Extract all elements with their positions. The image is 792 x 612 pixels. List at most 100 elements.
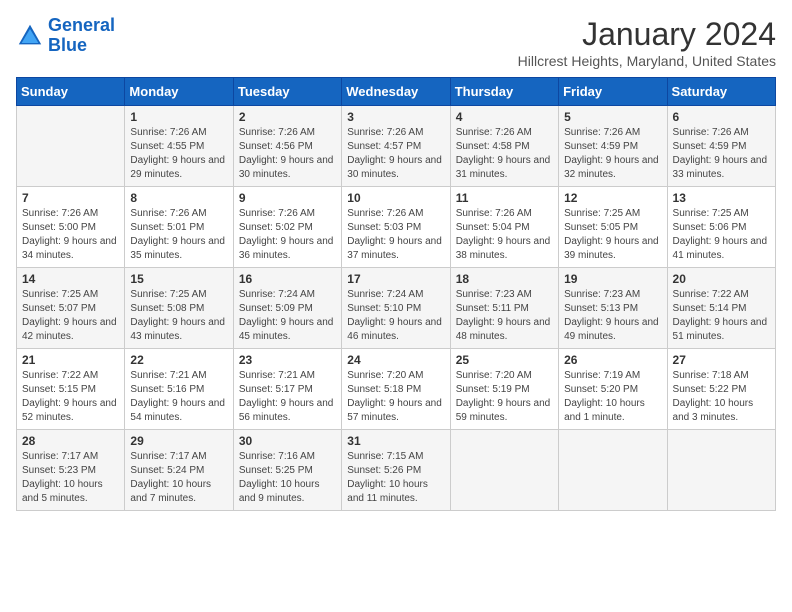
col-header-thursday: Thursday xyxy=(450,78,558,106)
day-number: 23 xyxy=(239,353,336,367)
day-cell: 2 Sunrise: 7:26 AMSunset: 4:56 PMDaylight… xyxy=(233,106,341,187)
day-number: 4 xyxy=(456,110,553,124)
day-cell: 1 Sunrise: 7:26 AMSunset: 4:55 PMDaylight… xyxy=(125,106,233,187)
day-cell: 11 Sunrise: 7:26 AMSunset: 5:04 PMDayligh… xyxy=(450,187,558,268)
day-number: 16 xyxy=(239,272,336,286)
col-header-saturday: Saturday xyxy=(667,78,775,106)
day-info: Sunrise: 7:24 AMSunset: 5:10 PMDaylight:… xyxy=(347,288,444,344)
day-info: Sunrise: 7:23 AMSunset: 5:13 PMDaylight:… xyxy=(564,288,661,344)
col-header-monday: Monday xyxy=(125,78,233,106)
day-number: 6 xyxy=(673,110,770,124)
day-number: 27 xyxy=(673,353,770,367)
day-info: Sunrise: 7:26 AMSunset: 4:58 PMDaylight:… xyxy=(456,126,553,182)
day-number: 8 xyxy=(130,191,227,205)
day-info: Sunrise: 7:23 AMSunset: 5:11 PMDaylight:… xyxy=(456,288,553,344)
day-number: 30 xyxy=(239,434,336,448)
day-info: Sunrise: 7:21 AMSunset: 5:17 PMDaylight:… xyxy=(239,369,336,425)
day-cell: 18 Sunrise: 7:23 AMSunset: 5:11 PMDayligh… xyxy=(450,268,558,349)
col-header-wednesday: Wednesday xyxy=(342,78,450,106)
day-cell: 8 Sunrise: 7:26 AMSunset: 5:01 PMDaylight… xyxy=(125,187,233,268)
day-number: 1 xyxy=(130,110,227,124)
day-cell: 3Sunrise: 7:26 AMSunset: 4:57 PMDaylight… xyxy=(342,106,450,187)
day-number: 19 xyxy=(564,272,661,286)
day-number: 25 xyxy=(456,353,553,367)
location-subtitle: Hillcrest Heights, Maryland, United Stat… xyxy=(518,53,776,69)
day-number: 15 xyxy=(130,272,227,286)
logo-text: General Blue xyxy=(48,16,115,56)
calendar-table: SundayMondayTuesdayWednesdayThursdayFrid… xyxy=(16,77,776,511)
day-info: Sunrise: 7:25 AMSunset: 5:07 PMDaylight:… xyxy=(22,288,119,344)
day-cell: 26Sunrise: 7:19 AMSunset: 5:20 PMDayligh… xyxy=(559,349,667,430)
day-cell: 16Sunrise: 7:24 AMSunset: 5:09 PMDayligh… xyxy=(233,268,341,349)
title-block: January 2024 Hillcrest Heights, Maryland… xyxy=(518,16,776,69)
day-info: Sunrise: 7:26 AMSunset: 5:00 PMDaylight:… xyxy=(22,207,119,263)
day-info: Sunrise: 7:25 AMSunset: 5:06 PMDaylight:… xyxy=(673,207,770,263)
day-cell: 17Sunrise: 7:24 AMSunset: 5:10 PMDayligh… xyxy=(342,268,450,349)
day-number: 29 xyxy=(130,434,227,448)
day-number: 14 xyxy=(22,272,119,286)
day-info: Sunrise: 7:25 AMSunset: 5:08 PMDaylight:… xyxy=(130,288,227,344)
day-info: Sunrise: 7:15 AMSunset: 5:26 PMDaylight:… xyxy=(347,450,444,506)
page-header: General Blue January 2024 Hillcrest Heig… xyxy=(16,16,776,69)
day-cell xyxy=(559,430,667,511)
day-cell: 14 Sunrise: 7:25 AMSunset: 5:07 PMDayligh… xyxy=(17,268,125,349)
day-info: Sunrise: 7:26 AMSunset: 4:59 PMDaylight:… xyxy=(564,126,661,182)
day-info: Sunrise: 7:26 AMSunset: 5:02 PMDaylight:… xyxy=(239,207,336,263)
day-info: Sunrise: 7:26 AMSunset: 4:57 PMDaylight:… xyxy=(347,126,444,182)
week-row-4: 21 Sunrise: 7:22 AMSunset: 5:15 PMDayligh… xyxy=(17,349,776,430)
day-cell: 22 Sunrise: 7:21 AMSunset: 5:16 PMDayligh… xyxy=(125,349,233,430)
day-info: Sunrise: 7:26 AMSunset: 5:03 PMDaylight:… xyxy=(347,207,444,263)
day-info: Sunrise: 7:25 AMSunset: 5:05 PMDaylight:… xyxy=(564,207,661,263)
day-cell xyxy=(17,106,125,187)
day-number: 7 xyxy=(22,191,119,205)
day-number: 9 xyxy=(239,191,336,205)
day-cell: 28 Sunrise: 7:17 AMSunset: 5:23 PMDayligh… xyxy=(17,430,125,511)
day-info: Sunrise: 7:22 AMSunset: 5:14 PMDaylight:… xyxy=(673,288,770,344)
day-cell: 27Sunrise: 7:18 AMSunset: 5:22 PMDayligh… xyxy=(667,349,775,430)
day-cell: 6 Sunrise: 7:26 AMSunset: 4:59 PMDaylight… xyxy=(667,106,775,187)
day-number: 2 xyxy=(239,110,336,124)
col-header-sunday: Sunday xyxy=(17,78,125,106)
col-header-friday: Friday xyxy=(559,78,667,106)
month-title: January 2024 xyxy=(518,16,776,53)
week-row-2: 7 Sunrise: 7:26 AMSunset: 5:00 PMDaylight… xyxy=(17,187,776,268)
week-row-1: 1 Sunrise: 7:26 AMSunset: 4:55 PMDaylight… xyxy=(17,106,776,187)
day-cell: 31 Sunrise: 7:15 AMSunset: 5:26 PMDayligh… xyxy=(342,430,450,511)
day-number: 31 xyxy=(347,434,444,448)
day-cell: 24Sunrise: 7:20 AMSunset: 5:18 PMDayligh… xyxy=(342,349,450,430)
day-info: Sunrise: 7:26 AMSunset: 5:04 PMDaylight:… xyxy=(456,207,553,263)
day-info: Sunrise: 7:26 AMSunset: 4:56 PMDaylight:… xyxy=(239,126,336,182)
day-number: 10 xyxy=(347,191,444,205)
day-cell: 20Sunrise: 7:22 AMSunset: 5:14 PMDayligh… xyxy=(667,268,775,349)
day-cell: 29 Sunrise: 7:17 AMSunset: 5:24 PMDayligh… xyxy=(125,430,233,511)
day-cell: 21 Sunrise: 7:22 AMSunset: 5:15 PMDayligh… xyxy=(17,349,125,430)
day-number: 28 xyxy=(22,434,119,448)
day-number: 22 xyxy=(130,353,227,367)
day-cell xyxy=(667,430,775,511)
day-info: Sunrise: 7:26 AMSunset: 4:55 PMDaylight:… xyxy=(130,126,227,182)
day-info: Sunrise: 7:19 AMSunset: 5:20 PMDaylight:… xyxy=(564,369,661,425)
day-number: 18 xyxy=(456,272,553,286)
day-info: Sunrise: 7:26 AMSunset: 5:01 PMDaylight:… xyxy=(130,207,227,263)
day-info: Sunrise: 7:20 AMSunset: 5:18 PMDaylight:… xyxy=(347,369,444,425)
day-info: Sunrise: 7:21 AMSunset: 5:16 PMDaylight:… xyxy=(130,369,227,425)
day-info: Sunrise: 7:22 AMSunset: 5:15 PMDaylight:… xyxy=(22,369,119,425)
day-info: Sunrise: 7:17 AMSunset: 5:23 PMDaylight:… xyxy=(22,450,119,506)
week-row-5: 28 Sunrise: 7:17 AMSunset: 5:23 PMDayligh… xyxy=(17,430,776,511)
day-info: Sunrise: 7:17 AMSunset: 5:24 PMDaylight:… xyxy=(130,450,227,506)
day-cell: 23 Sunrise: 7:21 AMSunset: 5:17 PMDayligh… xyxy=(233,349,341,430)
logo: General Blue xyxy=(16,16,115,56)
day-cell: 13Sunrise: 7:25 AMSunset: 5:06 PMDayligh… xyxy=(667,187,775,268)
day-number: 11 xyxy=(456,191,553,205)
day-cell: 4 Sunrise: 7:26 AMSunset: 4:58 PMDaylight… xyxy=(450,106,558,187)
day-cell: 7 Sunrise: 7:26 AMSunset: 5:00 PMDaylight… xyxy=(17,187,125,268)
col-header-tuesday: Tuesday xyxy=(233,78,341,106)
day-number: 5 xyxy=(564,110,661,124)
day-cell xyxy=(450,430,558,511)
day-info: Sunrise: 7:26 AMSunset: 4:59 PMDaylight:… xyxy=(673,126,770,182)
week-row-3: 14 Sunrise: 7:25 AMSunset: 5:07 PMDayligh… xyxy=(17,268,776,349)
day-cell: 30Sunrise: 7:16 AMSunset: 5:25 PMDayligh… xyxy=(233,430,341,511)
day-number: 21 xyxy=(22,353,119,367)
day-cell: 9 Sunrise: 7:26 AMSunset: 5:02 PMDaylight… xyxy=(233,187,341,268)
day-cell: 19 Sunrise: 7:23 AMSunset: 5:13 PMDayligh… xyxy=(559,268,667,349)
